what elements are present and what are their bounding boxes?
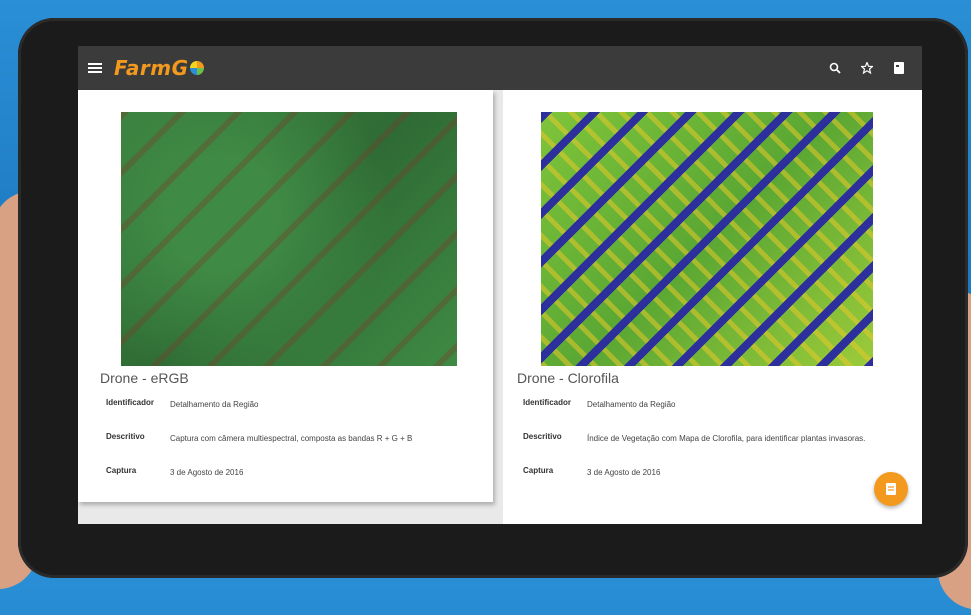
card-details: Identificador Detalhamento da Região Des… xyxy=(106,398,476,500)
card-drone-clorofila[interactable]: Drone - Clorofila Identificador Detalham… xyxy=(503,90,922,524)
detail-row: Captura 3 de Agosto de 2016 xyxy=(523,466,873,480)
detail-row: Captura 3 de Agosto de 2016 xyxy=(106,466,476,480)
logo-text: FarmG xyxy=(114,56,189,80)
detail-key: Identificador xyxy=(106,398,155,407)
detail-row: Descritivo Captura com câmera multiespec… xyxy=(106,432,476,446)
detail-value: Captura com câmera multiespectral, compo… xyxy=(170,434,413,443)
drone-chlorophyll-image xyxy=(541,112,873,366)
detail-value: Índice de Vegetação com Mapa de Clorofil… xyxy=(587,434,866,443)
detail-key: Descritivo xyxy=(523,432,562,441)
detail-value: 3 de Agosto de 2016 xyxy=(170,468,244,477)
detail-key: Descritivo xyxy=(106,432,145,441)
detail-value: Detalhamento da Região xyxy=(170,400,259,409)
app-screen: FarmG Drone - eRGB Identificador Detalha… xyxy=(78,46,922,524)
card-title: Drone - eRGB xyxy=(100,370,189,386)
detail-key: Identificador xyxy=(523,398,572,407)
search-icon[interactable] xyxy=(822,55,848,81)
app-logo: FarmG xyxy=(114,56,205,80)
detail-key: Captura xyxy=(106,466,137,475)
detail-row: Identificador Detalhamento da Região xyxy=(106,398,476,412)
card-details: Identificador Detalhamento da Região Des… xyxy=(523,398,873,500)
detail-row: Descritivo Índice de Vegetação com Mapa … xyxy=(523,432,873,446)
card-drone-ergb[interactable]: Drone - eRGB Identificador Detalhamento … xyxy=(78,90,493,502)
document-icon[interactable] xyxy=(886,55,912,81)
content-area: Drone - eRGB Identificador Detalhamento … xyxy=(78,90,922,524)
detail-key: Captura xyxy=(523,466,554,475)
detail-value: Detalhamento da Região xyxy=(587,400,676,409)
card-title: Drone - Clorofila xyxy=(517,370,619,386)
app-bar: FarmG xyxy=(78,46,922,90)
drone-ergb-image xyxy=(121,112,457,366)
detail-row: Identificador Detalhamento da Região xyxy=(523,398,873,412)
menu-icon[interactable] xyxy=(88,63,102,73)
logo-globe-icon xyxy=(190,61,205,75)
fab-document-button[interactable] xyxy=(874,472,908,506)
star-icon[interactable] xyxy=(854,55,880,81)
detail-value: 3 de Agosto de 2016 xyxy=(587,468,661,477)
